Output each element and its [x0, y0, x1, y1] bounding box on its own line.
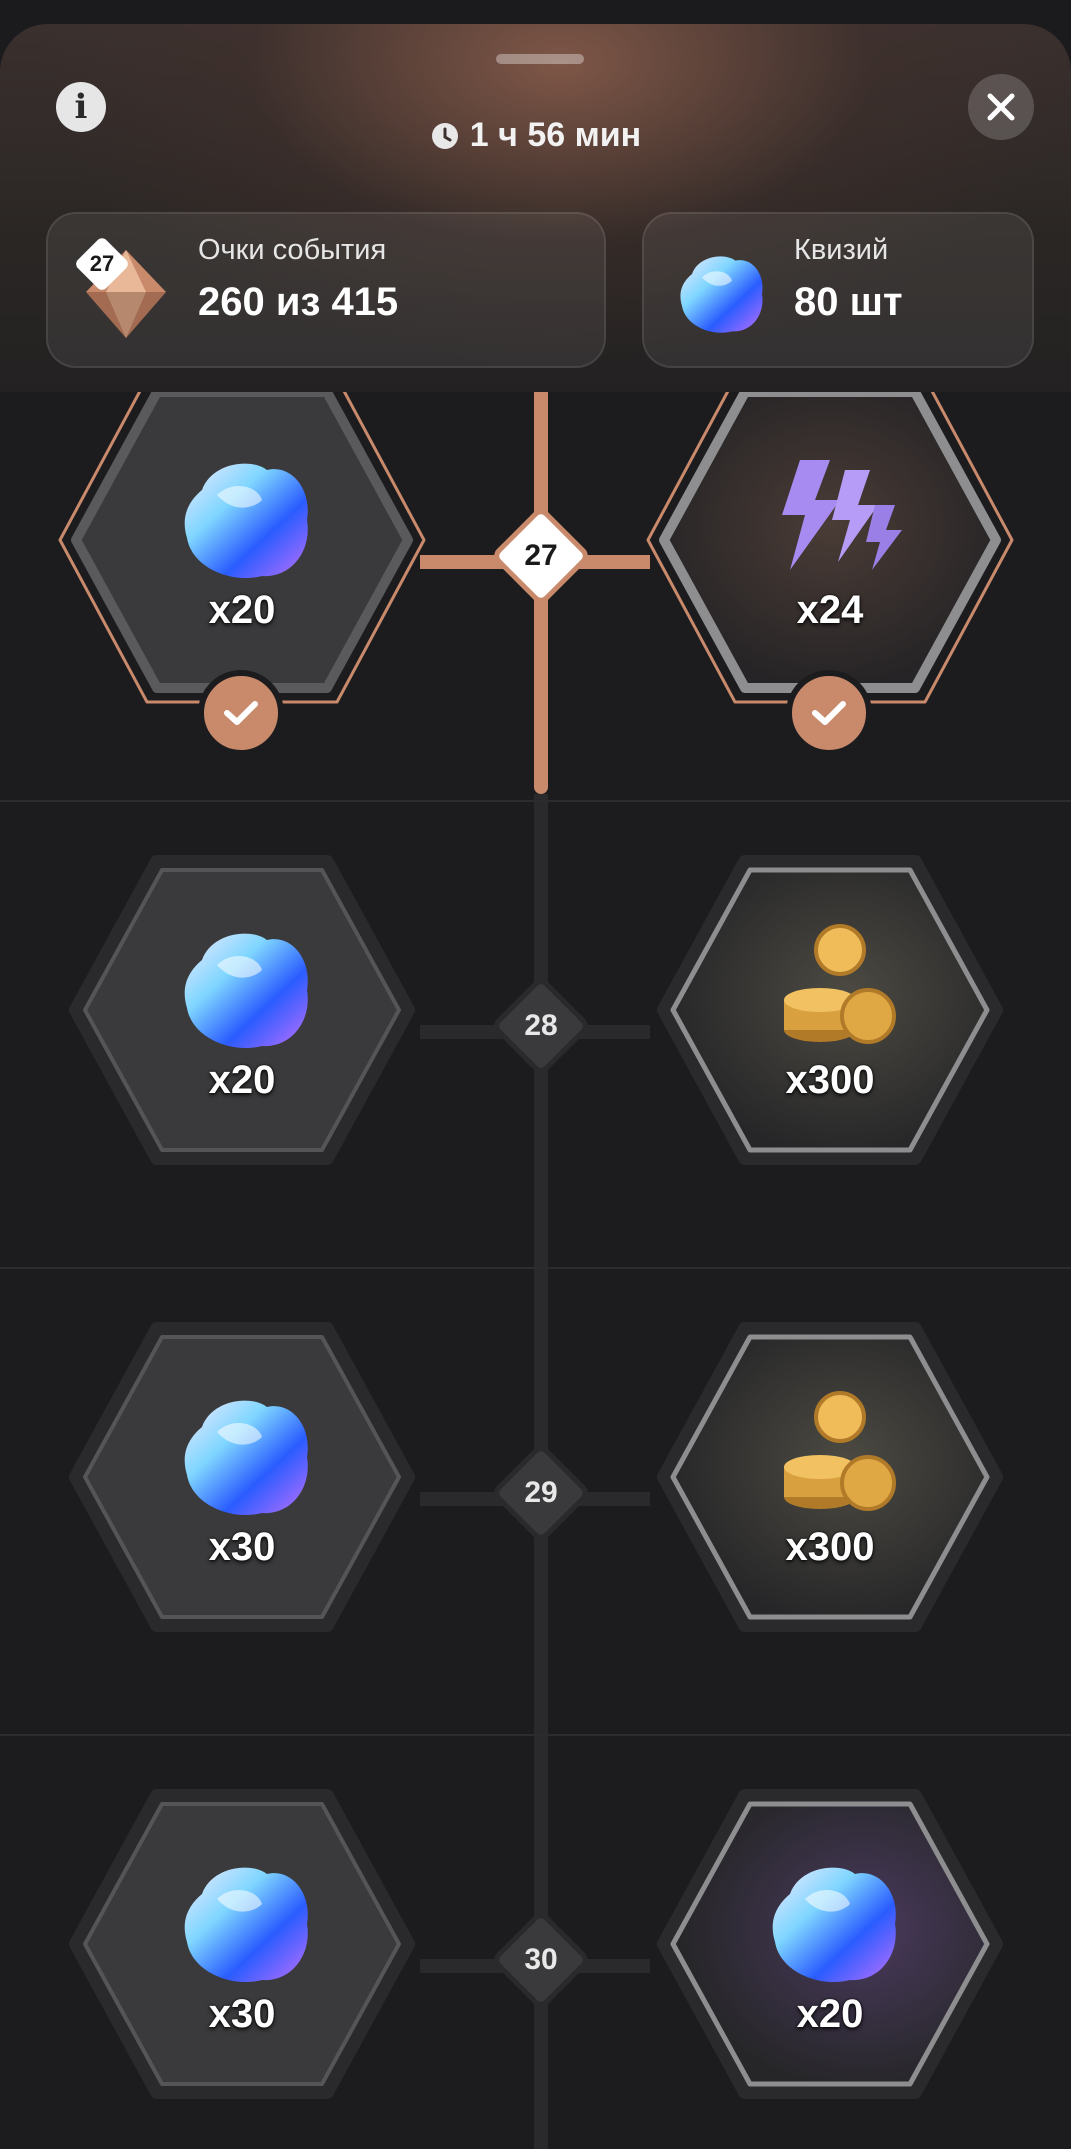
crystal-icon: [680, 256, 763, 333]
reward-quantity: x30: [208, 1992, 276, 2036]
level-number: 29: [524, 1476, 558, 1509]
reward-quantity: x24: [796, 588, 864, 632]
drag-handle[interactable]: [496, 54, 584, 64]
coins-icon: [784, 924, 896, 1044]
level-number: 28: [524, 1009, 558, 1042]
level-number: 27: [524, 539, 558, 572]
rewards-sheet: 27 x20 x24 28 x20 x300 29 x30 x300 30 x3…: [0, 24, 1071, 2149]
currency-value: 80 шт: [794, 280, 903, 324]
reward-card-left[interactable]: x20: [52, 370, 432, 756]
event-timer: 1 ч 56 мин: [0, 116, 1071, 155]
sheet-header: i 1 ч 56 мин 27 Очки события 260 из 415: [0, 24, 1071, 392]
reward-card-right[interactable]: x24: [640, 370, 1020, 756]
clock-icon: [431, 122, 458, 149]
crystal-icon: [184, 1400, 308, 1516]
reward-card-right[interactable]: x20: [640, 1774, 1020, 2114]
level-number: 30: [524, 1943, 558, 1976]
event-points-card: 27 Очки события 260 из 415: [46, 212, 606, 368]
reward-quantity: x300: [785, 1058, 875, 1102]
reward-card-right[interactable]: x300: [640, 840, 1020, 1180]
reward-quantity: x20: [796, 1992, 864, 2036]
timer-text: 1 ч 56 мин: [469, 116, 642, 154]
lightning-icon: [782, 460, 902, 570]
level-row-29: 29 x30 x300: [0, 1267, 1071, 1735]
level-row-27: 27 x20 x24: [0, 330, 1071, 798]
reward-card-right[interactable]: x300: [640, 1307, 1020, 1647]
reward-card-left[interactable]: x30: [52, 1774, 432, 2114]
level-row-28: 28 x20 x300: [0, 800, 1071, 1268]
crystal-icon: [184, 463, 308, 579]
claimed-check-icon: [198, 670, 284, 756]
event-points-label: Очки события: [198, 234, 387, 266]
reward-card-left[interactable]: x30: [52, 1307, 432, 1647]
currency-label: Квизий: [794, 234, 889, 266]
crystal-icon: [772, 1867, 896, 1983]
reward-quantity: x20: [208, 588, 276, 632]
reward-quantity: x20: [208, 1058, 276, 1102]
reward-quantity: x300: [785, 1525, 875, 1569]
crystal-icon: [184, 1867, 308, 1983]
currency-card: Квизий 80 шт: [642, 212, 1034, 368]
coins-icon: [784, 1391, 896, 1511]
crystal-icon: [184, 933, 308, 1049]
level-row-30: 30 x30 x20: [0, 1734, 1071, 2149]
claimed-check-icon: [786, 670, 872, 756]
reward-quantity: x30: [208, 1525, 276, 1569]
event-points-value: 260 из 415: [198, 280, 399, 324]
level-badge: 27: [73, 235, 131, 293]
reward-card-left[interactable]: x20: [52, 840, 432, 1180]
